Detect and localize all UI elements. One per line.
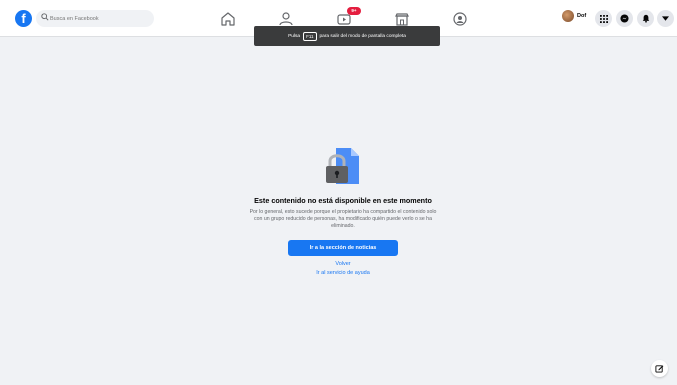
home-icon (221, 12, 235, 26)
fullscreen-toast: Pulsa F11 para salir del modo de pantall… (254, 26, 440, 46)
account-menu-button[interactable] (657, 10, 674, 27)
profile-name: Dof (577, 13, 587, 19)
menu-button[interactable] (595, 10, 612, 27)
unavailable-description: Por lo general, esto sucede porque el pr… (249, 209, 437, 229)
document-lock-icon (326, 148, 359, 184)
groups-icon (453, 12, 467, 26)
search-icon (41, 13, 49, 21)
toast-suffix: para salir del modo de pantalla completa (319, 33, 406, 39)
search-box[interactable] (36, 10, 154, 27)
help-center-link[interactable]: Ir al servicio de ayuda (238, 270, 448, 276)
new-message-button[interactable] (651, 360, 668, 377)
menu-grid-icon (599, 14, 608, 23)
messenger-button[interactable] (616, 10, 633, 27)
compose-icon (655, 365, 664, 373)
toast-key: F11 (303, 31, 317, 41)
facebook-logo[interactable]: f (15, 10, 32, 27)
nav-groups[interactable] (450, 9, 470, 29)
locked-content-illustration (323, 146, 363, 186)
chevron-down-icon (662, 16, 669, 21)
avatar (562, 10, 574, 22)
watch-notification-badge: 9+ (347, 7, 361, 15)
profile-button[interactable]: Dof (562, 10, 586, 22)
toast-prefix: Pulsa (288, 33, 301, 39)
go-to-news-feed-button[interactable]: Ir a la sección de noticias (288, 240, 398, 256)
bell-icon (642, 14, 649, 23)
back-link[interactable]: Volver (238, 261, 448, 267)
unavailable-title: Este contenido no está disponible en est… (254, 196, 432, 205)
unavailable-content-panel: Este contenido no está disponible en est… (238, 140, 448, 276)
search-input[interactable] (50, 12, 148, 25)
nav-home[interactable] (218, 9, 238, 29)
messenger-icon (620, 14, 629, 23)
notifications-button[interactable] (637, 10, 654, 27)
